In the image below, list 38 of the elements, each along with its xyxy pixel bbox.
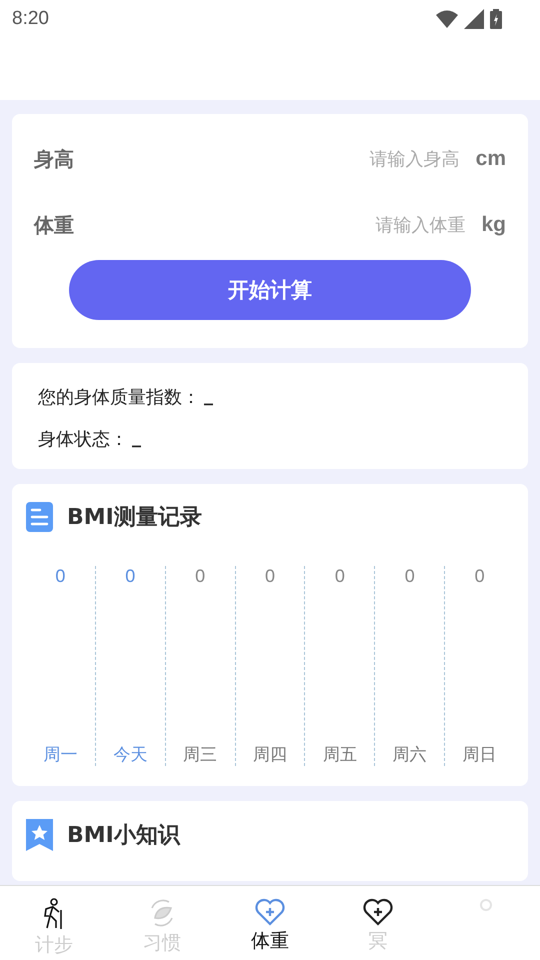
field-label: 身高 — [34, 146, 74, 172]
calculate-button[interactable]: 开始计算 — [69, 260, 471, 320]
heart-plus-icon — [363, 898, 393, 926]
day-value: 0 — [195, 566, 206, 587]
status-time: 8:20 — [12, 8, 49, 30]
day-value: 0 — [125, 566, 136, 587]
section-title: BMI测量记录 — [67, 504, 202, 532]
field-label: 体重 — [34, 212, 74, 238]
leaf-icon — [149, 898, 175, 928]
unit-label: cm — [476, 147, 506, 171]
heart-plus-icon — [255, 898, 285, 926]
list-icon — [26, 502, 53, 532]
day-value: 0 — [334, 566, 345, 587]
unit-label: kg — [481, 213, 506, 237]
day-label: 周一 — [43, 744, 78, 766]
input-field[interactable]: 请输入体重 — [74, 214, 468, 236]
result-value: _ — [132, 427, 141, 450]
day-value: 0 — [265, 566, 276, 587]
result-label: 身体状态： — [38, 428, 128, 451]
signal-icon — [464, 9, 484, 29]
day-label: 周四 — [253, 744, 287, 766]
nav-tab[interactable]: 体重 — [216, 886, 324, 960]
day-label: 周五 — [322, 744, 357, 766]
person-icon — [479, 898, 493, 912]
battery-icon — [490, 9, 502, 29]
input-field[interactable]: 请输入身高 — [74, 148, 462, 170]
day-label: 周日 — [462, 744, 497, 766]
day-value: 0 — [474, 566, 485, 587]
bookmark-star-icon — [26, 819, 53, 851]
day-label: 周三 — [183, 744, 218, 766]
result-value: _ — [204, 385, 213, 408]
day-label: 周六 — [392, 744, 427, 766]
result-label: 您的身体质量指数： — [38, 386, 200, 409]
wifi-icon — [436, 10, 458, 28]
day-value: 0 — [55, 566, 66, 587]
section-title: BMI小知识 — [67, 822, 180, 850]
day-value: 0 — [404, 566, 415, 587]
day-label: 今天 — [113, 744, 148, 766]
